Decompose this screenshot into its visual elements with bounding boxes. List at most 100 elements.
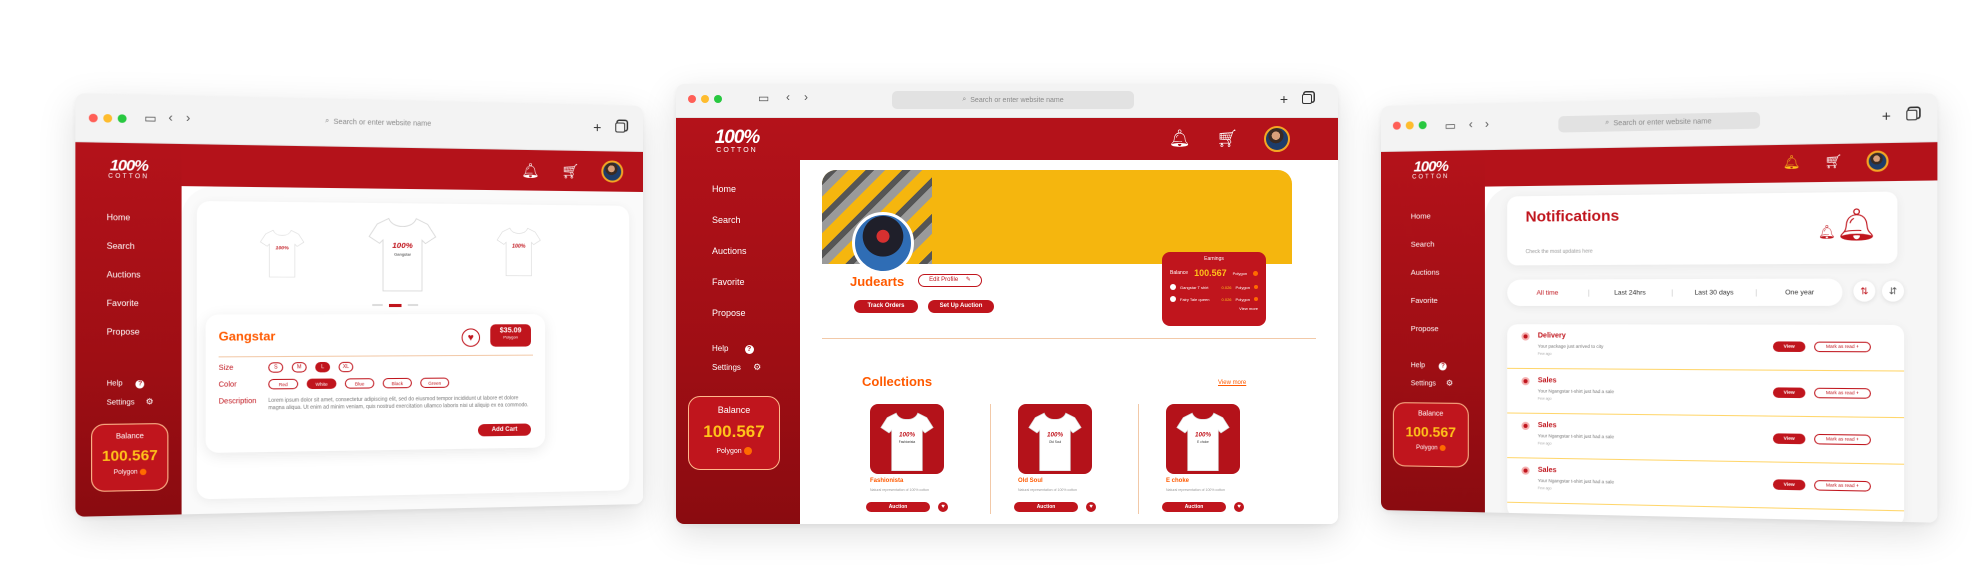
size-option[interactable]: XL <box>338 361 354 373</box>
view-button[interactable]: View <box>1772 341 1806 353</box>
view-button[interactable]: View <box>1772 479 1806 491</box>
maximize-dot[interactable] <box>714 95 722 103</box>
track-orders-button[interactable]: Track Orders <box>854 300 918 313</box>
filter-tab[interactable]: Last 24hrs <box>1587 288 1672 297</box>
sidebar-item-propose[interactable]: Propose <box>712 308 747 339</box>
filter-tab[interactable]: One year <box>1756 288 1843 297</box>
favorite-heart-icon[interactable]: ♥ <box>1086 502 1096 512</box>
color-option[interactable]: Blue <box>344 378 375 389</box>
collections-view-more-link[interactable]: View more <box>1218 380 1246 386</box>
sidebar-toggle-icon[interactable]: ▭ <box>1445 118 1456 132</box>
notification-item[interactable]: Sales Your Ngangstar t-shirt just had a s… <box>1507 413 1905 465</box>
sort-ascending-icon[interactable]: ⇅ <box>1853 280 1876 302</box>
address-bar[interactable]: ⌕ Search or enter website name <box>278 112 477 132</box>
minimize-dot[interactable] <box>103 114 113 123</box>
notification-item[interactable]: Sales Your Ngangstar t-shirt just had a s… <box>1507 368 1905 419</box>
product-image-right[interactable]: 100% <box>496 223 541 280</box>
bell-icon[interactable]: 🔔︎ <box>521 162 539 179</box>
maximize-dot[interactable] <box>117 114 127 123</box>
collection-image[interactable]: 100% Old Soul <box>1018 404 1092 474</box>
size-option[interactable]: S <box>268 362 284 373</box>
notification-item[interactable]: Delivery Your package just arrived to cit… <box>1507 324 1905 372</box>
sidebar-item-search[interactable]: Search <box>712 215 747 246</box>
forward-icon[interactable]: › <box>1485 117 1489 131</box>
collection-card[interactable]: 100% Fashionista Fashionista Natural repres… <box>860 404 970 514</box>
cart-icon[interactable]: 🛒︎ <box>1216 129 1238 149</box>
maximize-dot[interactable] <box>1418 121 1427 130</box>
sidebar-item-favorite[interactable]: Favorite <box>1411 296 1440 324</box>
edit-profile-button[interactable]: Edit Profile ✎ <box>918 274 982 287</box>
sidebar-toggle-icon[interactable]: ▭ <box>144 111 156 126</box>
add-cart-button[interactable]: Add Cart <box>477 423 531 437</box>
favorite-heart-icon[interactable]: ♥ <box>1234 502 1244 512</box>
profile-avatar[interactable] <box>852 212 914 274</box>
bell-icon[interactable]: 🔔︎ <box>1169 129 1191 149</box>
carousel-dot[interactable] <box>407 303 419 307</box>
new-tab-icon[interactable]: + <box>593 119 601 135</box>
close-dot[interactable] <box>88 113 98 123</box>
sidebar-settings[interactable]: Settings ⚙ <box>107 397 154 407</box>
sidebar-item-auctions[interactable]: Auctions <box>712 246 747 277</box>
product-image-main[interactable]: 100% Gangstar <box>368 211 437 296</box>
auction-button[interactable]: Auction <box>1162 502 1226 512</box>
sidebar-item-favorite[interactable]: Favorite <box>712 277 747 308</box>
auction-button[interactable]: Auction <box>1014 502 1078 512</box>
address-bar[interactable]: ⌕ Search or enter website name <box>1558 111 1761 133</box>
filter-tab[interactable]: All time <box>1507 289 1588 296</box>
brand-logo[interactable]: 100% COTTON <box>95 157 161 181</box>
new-tab-icon[interactable]: + <box>1882 107 1891 124</box>
favorite-heart-icon[interactable]: ♥ <box>461 328 481 347</box>
back-icon[interactable]: ‹ <box>168 110 172 125</box>
product-image-left[interactable]: 100% <box>260 225 305 281</box>
mark-as-read-button[interactable]: Mark as read + <box>1814 387 1871 399</box>
mark-as-read-button[interactable]: Mark as read + <box>1814 341 1871 353</box>
avatar[interactable] <box>1866 150 1889 172</box>
view-button[interactable]: View <box>1772 433 1806 445</box>
minimize-dot[interactable] <box>701 95 709 103</box>
sidebar-item-propose[interactable]: Propose <box>1411 324 1440 352</box>
color-option[interactable]: Red <box>268 378 299 390</box>
color-option[interactable]: Green <box>420 377 450 389</box>
sidebar-item-home[interactable]: Home <box>107 213 141 242</box>
sidebar-item-auctions[interactable]: Auctions <box>1411 268 1440 296</box>
color-option[interactable]: White <box>306 378 337 390</box>
notification-item[interactable]: Sales Your Ngangstar t-shirt just had a s… <box>1507 458 1905 512</box>
close-dot[interactable] <box>1392 121 1401 130</box>
minimize-dot[interactable] <box>1405 121 1414 130</box>
sidebar-help[interactable]: Help ? <box>1411 362 1448 371</box>
sidebar-item-search[interactable]: Search <box>107 241 141 270</box>
sidebar-help[interactable]: Help ? <box>107 380 145 389</box>
view-button[interactable]: View <box>1772 387 1806 399</box>
forward-icon[interactable]: › <box>804 90 808 104</box>
mark-as-read-button[interactable]: Mark as read + <box>1814 480 1871 492</box>
auction-button[interactable]: Auction <box>866 502 930 512</box>
address-bar[interactable]: ⌕ Search or enter website name <box>892 91 1134 109</box>
sidebar-item-auctions[interactable]: Auctions <box>107 270 141 299</box>
mark-as-read-button[interactable]: Mark as read + <box>1814 433 1871 446</box>
cart-icon[interactable]: 🛒︎ <box>1824 153 1842 170</box>
close-dot[interactable] <box>688 95 696 103</box>
favorite-heart-icon[interactable]: ♥ <box>938 502 948 512</box>
collection-image[interactable]: 100% E choke <box>1166 404 1240 474</box>
bell-icon[interactable]: 🔔︎ <box>1783 154 1801 171</box>
sort-descending-icon[interactable]: ⇵ <box>1881 280 1905 302</box>
cart-icon[interactable]: 🛒︎ <box>561 162 579 179</box>
sidebar-settings[interactable]: Settings ⚙ <box>1411 378 1453 388</box>
size-option[interactable]: L <box>315 361 331 373</box>
sidebar-settings[interactable]: Settings ⚙ <box>712 362 761 373</box>
carousel-dot[interactable] <box>372 303 383 307</box>
brand-logo[interactable]: 100% COTTON <box>702 128 772 154</box>
back-icon[interactable]: ‹ <box>1469 117 1473 131</box>
set-up-auction-button[interactable]: Set Up Auction <box>928 300 994 313</box>
filter-tab[interactable]: Last 30 days <box>1671 288 1757 297</box>
avatar[interactable] <box>601 160 624 183</box>
sidebar-help[interactable]: Help ? <box>712 344 754 354</box>
earnings-view-more-link[interactable]: View more <box>1170 306 1258 311</box>
color-option[interactable]: Black <box>382 377 412 389</box>
tabs-icon[interactable] <box>1302 94 1312 104</box>
avatar[interactable] <box>1264 126 1290 152</box>
back-icon[interactable]: ‹ <box>786 90 790 104</box>
sidebar-toggle-icon[interactable]: ▭ <box>758 91 769 105</box>
collection-image[interactable]: 100% Fashionista <box>870 404 944 474</box>
brand-logo[interactable]: 100% COTTON <box>1401 158 1461 181</box>
